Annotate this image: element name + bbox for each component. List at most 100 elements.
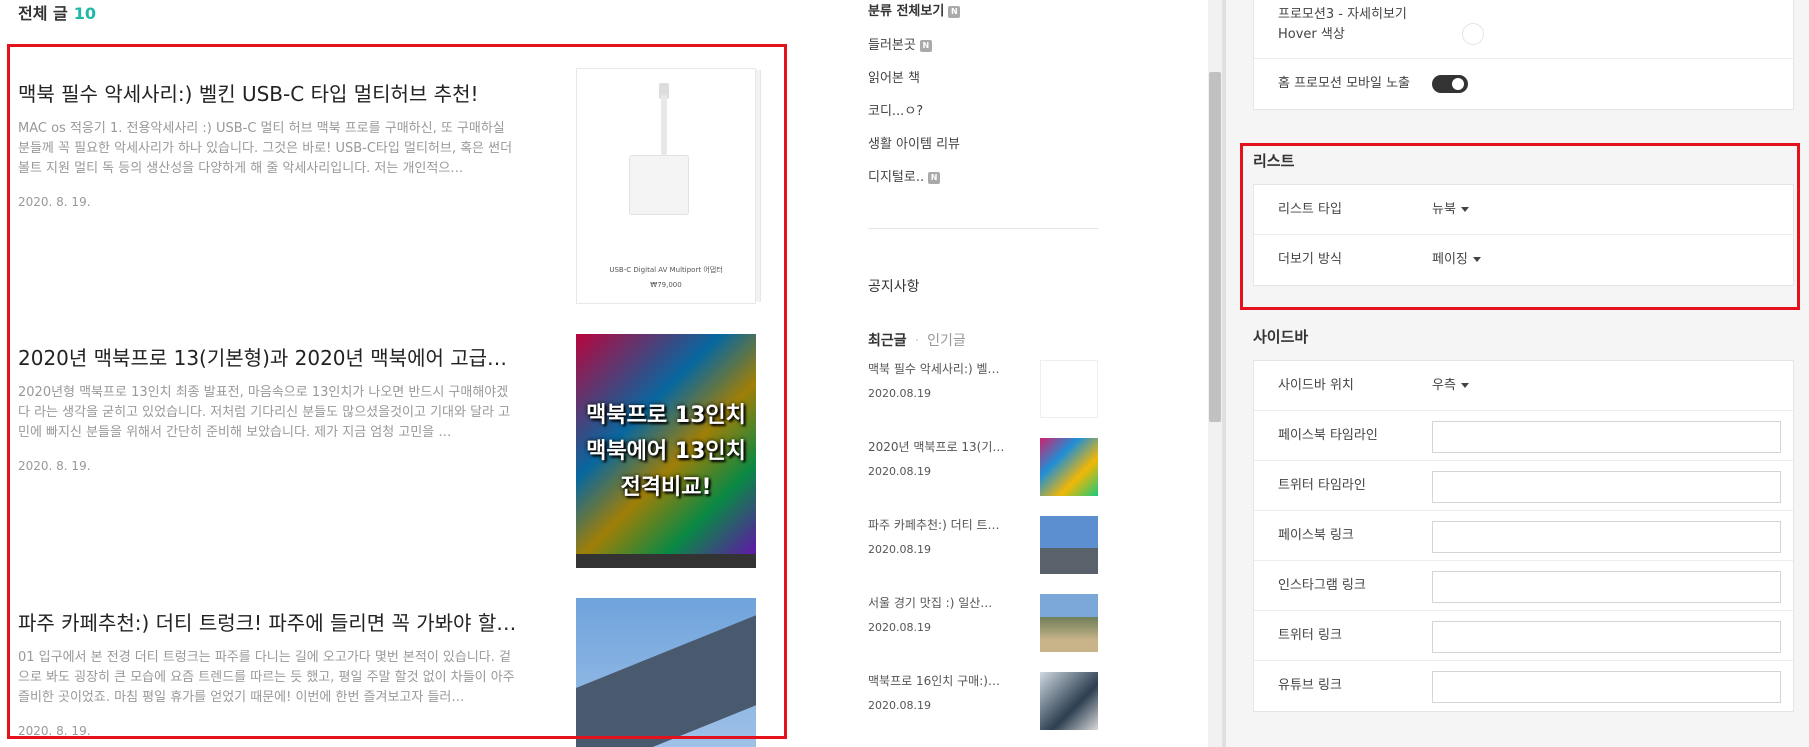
category-all[interactable]: 분류 전체보기 N	[868, 0, 961, 19]
post-thumbnail[interactable]: 맥북프로 13인치 맥북에어 13인치 전격비교!	[576, 334, 756, 568]
twitter-timeline-input[interactable]	[1432, 471, 1781, 503]
recent-post-title: 맥북 필수 악세사리:) 벨…	[868, 362, 1000, 376]
setting-label: 페이스북 링크	[1278, 528, 1354, 543]
setting-label: 인스타그램 링크	[1278, 578, 1366, 593]
new-badge: N	[948, 5, 961, 18]
category-item[interactable]: 코디...ㅇ?	[868, 100, 923, 119]
youtube-link-input[interactable]	[1432, 671, 1781, 703]
category-item[interactable]: 들러본곳 N	[868, 34, 932, 53]
setting-row: 페이스북 타임라인	[1254, 411, 1793, 461]
select-value: 페이징	[1432, 252, 1468, 267]
thumbnail-overlay-text: 맥북프로 13인치 맥북에어 13인치 전격비교!	[586, 403, 746, 500]
post-item[interactable]: 맥북 필수 악세사리:) 벨킨 USB-C 타입 멀티허브 추천! MAC os…	[18, 68, 758, 304]
caret-down-icon	[1472, 257, 1481, 262]
list-section-title: 리스트	[1253, 152, 1295, 170]
recent-post-thumbnail	[1040, 594, 1098, 652]
setting-row: 홈 프로모션 모바일 노출	[1254, 59, 1793, 109]
setting-label: 홈 프로모션 모바일 노출	[1278, 76, 1410, 91]
recent-post-item[interactable]: 맥북프로 16인치 구매:)… 2020.08.19	[868, 672, 1098, 734]
adapter-body-shape	[629, 155, 689, 215]
recent-post-item[interactable]: 파주 카페추천:) 더티 트… 2020.08.19	[868, 516, 1098, 578]
promo-mobile-toggle[interactable]	[1432, 75, 1468, 93]
recent-post-title: 2020년 맥북프로 13(기본…	[868, 440, 1008, 454]
recent-post-title: 서울 경기 맛집 :) 일산…	[868, 596, 993, 610]
twitter-link-input[interactable]	[1432, 621, 1781, 653]
sidebar-card: 사이드바 위치 우측 페이스북 타임라인 트위터 타임라인 페이스북 링크 인스…	[1253, 360, 1794, 712]
setting-row: 트위터 타임라인	[1254, 461, 1793, 511]
tab-recent[interactable]: 최근글	[868, 333, 907, 349]
recent-popular-tabs: 최근글 · 인기글	[868, 330, 966, 350]
more-method-select[interactable]: 페이징	[1432, 235, 1481, 285]
hover-color-swatch[interactable]	[1462, 23, 1484, 45]
select-value: 우측	[1432, 378, 1456, 393]
setting-label: 더보기 방식	[1278, 252, 1342, 267]
category-label: 읽어본 책	[868, 71, 920, 86]
post-excerpt: MAC os 적응기 1. 전용악세사리 :) USB-C 멀티 허브 맥북 프…	[18, 121, 513, 176]
recent-post-title: 맥북프로 16인치 구매:)…	[868, 674, 1000, 688]
new-badge: N	[928, 171, 941, 184]
post-thumbnail[interactable]	[576, 598, 756, 747]
setting-row: 더보기 방식 페이징	[1254, 235, 1793, 285]
total-posts-label: 전체 글	[18, 4, 68, 23]
category-item[interactable]: 디지털로.. N	[868, 166, 941, 185]
cafe-building-image	[576, 598, 756, 747]
sidebar-position-select[interactable]: 우측	[1432, 361, 1469, 411]
post-title[interactable]: 맥북 필수 악세사리:) 벨킨 USB-C 타입 멀티허브 추천!	[18, 78, 518, 107]
post-item[interactable]: 2020년 맥북프로 13(기본형)과 2020년 맥북에어 고급형 ... 2…	[18, 334, 758, 568]
total-posts-heading: 전체 글 10	[18, 0, 96, 24]
cable-shape	[661, 95, 667, 155]
macbook-comparison-image: 맥북프로 13인치 맥북에어 13인치 전격비교!	[576, 334, 756, 568]
notice-heading[interactable]: 공지사항	[868, 276, 920, 296]
product-price: ₩79,000	[650, 281, 682, 289]
setting-label: 사이드바 위치	[1278, 378, 1354, 393]
recent-post-thumbnail	[1040, 438, 1098, 496]
setting-label: 트위터 타임라인	[1278, 478, 1366, 493]
category-all-label: 분류 전체보기	[868, 4, 945, 19]
recent-post-item[interactable]: 2020년 맥북프로 13(기본… 2020.08.19	[868, 438, 1098, 500]
skin-settings-panel: 프로모션3 - 자세히보기 Hover 색상 홈 프로모션 모바일 노출 리스트…	[1226, 0, 1809, 747]
recent-post-thumbnail	[1040, 516, 1098, 574]
recent-post-item[interactable]: 서울 경기 맛집 :) 일산… 2020.08.19	[868, 594, 1098, 656]
caret-down-icon	[1460, 207, 1469, 212]
post-title[interactable]: 파주 카페추천:) 더티 트렁크! 파주에 들리면 꼭 가봐야 할 ...	[18, 607, 518, 636]
category-label: 생활 아이템 리뷰	[868, 137, 960, 152]
total-posts-count: 10	[73, 4, 96, 23]
setting-row: 인스타그램 링크	[1254, 561, 1793, 611]
product-caption: USB-C Digital AV Multiport 어댑터	[609, 266, 723, 274]
facebook-link-input[interactable]	[1432, 521, 1781, 553]
list-card: 리스트 타입 뉴북 더보기 방식 페이징	[1253, 184, 1794, 286]
divider	[868, 228, 1098, 229]
category-item[interactable]: 생활 아이템 리뷰	[868, 133, 960, 152]
category-item[interactable]: 읽어본 책	[868, 67, 920, 86]
post-excerpt: 01 입구에서 본 전경 더티 트렁크는 파주를 다니는 길에 오고가다 몇번 …	[18, 650, 515, 705]
setting-label: 페이스북 타임라인	[1278, 428, 1378, 443]
tab-separator: ·	[914, 333, 920, 349]
laptop-bezel	[576, 554, 756, 568]
preview-scrollbar[interactable]	[1208, 0, 1222, 747]
new-badge: N	[919, 39, 932, 52]
toggle-knob	[1452, 78, 1464, 90]
category-label: 코디...ㅇ?	[868, 104, 924, 119]
setting-row: 리스트 타입 뉴북	[1254, 185, 1793, 235]
usb-c-adapter-image: USB-C Digital AV Multiport 어댑터 ₩79,000	[576, 68, 756, 304]
caret-down-icon	[1460, 383, 1469, 388]
category-label: 디지털로..	[868, 170, 925, 185]
instagram-link-input[interactable]	[1432, 571, 1781, 603]
tab-popular[interactable]: 인기글	[927, 333, 966, 349]
recent-post-thumbnail	[1040, 360, 1098, 418]
post-title[interactable]: 2020년 맥북프로 13(기본형)과 2020년 맥북에어 고급형 ...	[18, 342, 518, 371]
select-value: 뉴북	[1432, 202, 1456, 217]
post-thumbnail[interactable]: USB-C Digital AV Multiport 어댑터 ₩79,000	[576, 68, 756, 304]
sidebar-section-title: 사이드바	[1253, 328, 1309, 346]
setting-row: 페이스북 링크	[1254, 511, 1793, 561]
setting-label: 리스트 타입	[1278, 202, 1342, 217]
post-item[interactable]: 파주 카페추천:) 더티 트렁크! 파주에 들리면 꼭 가봐야 할 ... 01…	[18, 598, 758, 747]
list-type-select[interactable]: 뉴북	[1432, 185, 1469, 235]
recent-post-item[interactable]: 맥북 필수 악세사리:) 벨… 2020.08.19	[868, 360, 1098, 422]
recent-post-thumbnail	[1040, 672, 1098, 730]
scrollbar-thumb[interactable]	[1209, 72, 1221, 422]
building-shape	[576, 600, 756, 747]
setting-row: 유튜브 링크	[1254, 661, 1793, 711]
promotion-card: 프로모션3 - 자세히보기 Hover 색상 홈 프로모션 모바일 노출	[1253, 0, 1794, 110]
facebook-timeline-input[interactable]	[1432, 421, 1781, 453]
